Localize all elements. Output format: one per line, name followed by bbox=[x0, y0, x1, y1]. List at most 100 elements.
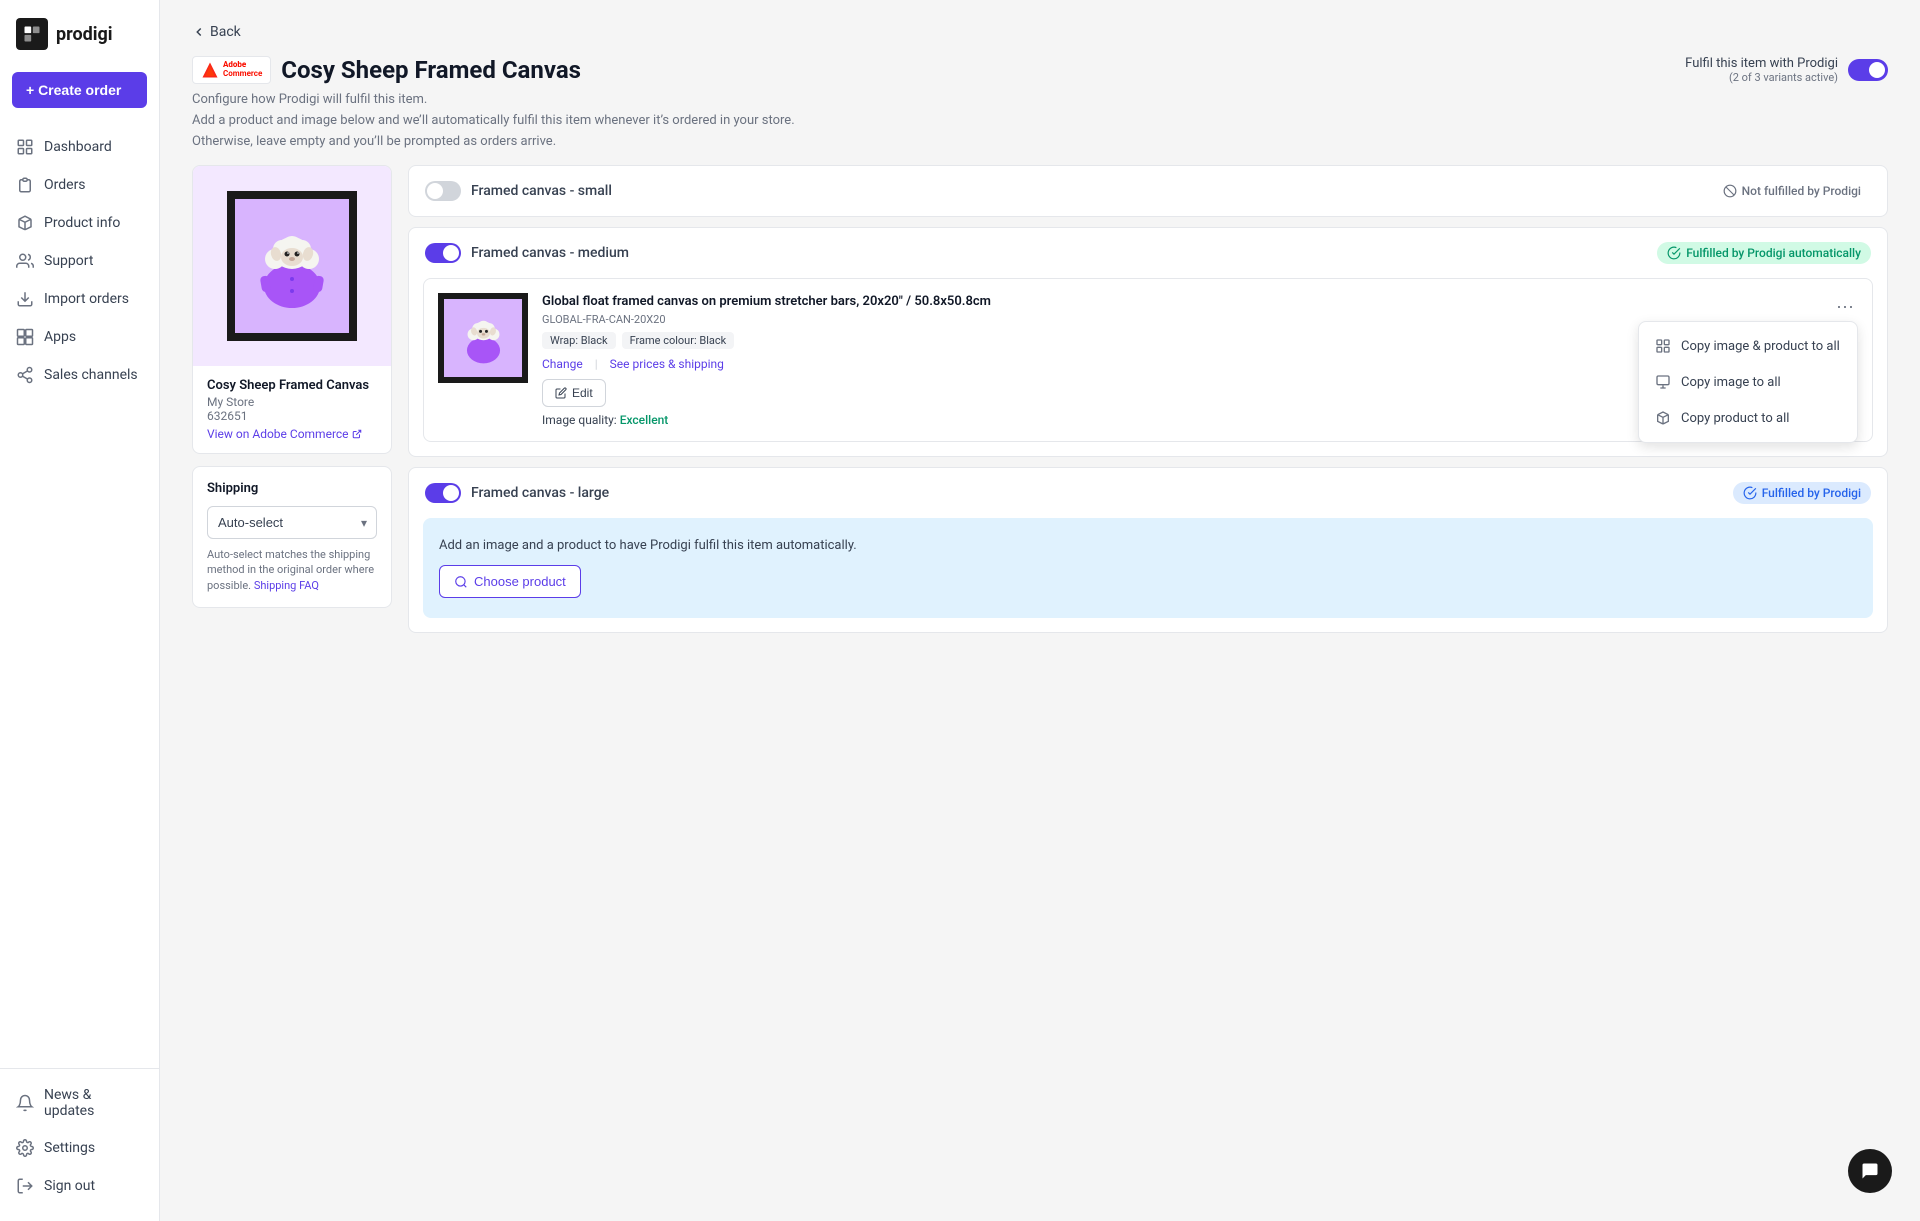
sidebar-item-label: Sign out bbox=[44, 1178, 95, 1194]
variant-toggle-medium[interactable] bbox=[425, 243, 461, 263]
product-actions: Change | See prices & shipping bbox=[542, 357, 1818, 371]
variant-name-large: Framed canvas - large bbox=[471, 485, 609, 501]
sidebar-item-label: Sales channels bbox=[44, 367, 138, 383]
sidebar-item-news-updates[interactable]: News & updates bbox=[0, 1077, 159, 1129]
right-panel: Framed canvas - small Not fulfilled by P… bbox=[408, 165, 1888, 643]
choose-product-button[interactable]: Choose product bbox=[439, 565, 581, 598]
content-layout: Cosy Sheep Framed Canvas My Store 632651… bbox=[192, 165, 1888, 643]
sidebar-item-import-orders[interactable]: Import orders bbox=[0, 280, 159, 318]
fulfill-toggle[interactable] bbox=[1848, 59, 1888, 81]
copy-product-item[interactable]: Copy product to all bbox=[1639, 400, 1857, 436]
page-header: Adobe Commerce Cosy Sheep Framed Canvas … bbox=[192, 56, 1888, 84]
product-tags: Wrap: Black Frame colour: Black bbox=[542, 332, 1818, 349]
sidebar-item-label: Support bbox=[44, 253, 93, 269]
product-row-medium: Global float framed canvas on premium st… bbox=[423, 278, 1873, 442]
page-description-2: Add a product and image below and we’ll … bbox=[192, 113, 1888, 128]
sheep-illustration bbox=[247, 211, 337, 321]
quality-value: Excellent bbox=[620, 413, 669, 427]
page-title: Cosy Sheep Framed Canvas bbox=[281, 56, 581, 84]
product-card: Cosy Sheep Framed Canvas My Store 632651… bbox=[192, 165, 392, 454]
sidebar-item-settings[interactable]: Settings bbox=[0, 1129, 159, 1167]
product-thumb-medium bbox=[438, 293, 528, 383]
variant-name-small: Framed canvas - small bbox=[471, 183, 612, 199]
variant-status-small: Not fulfilled by Prodigi bbox=[1713, 180, 1871, 202]
variant-name-medium: Framed canvas - medium bbox=[471, 245, 629, 261]
copy-image-product-item[interactable]: Copy image & product to all bbox=[1639, 328, 1857, 364]
sidebar-item-orders[interactable]: Orders bbox=[0, 166, 159, 204]
product-tag-wrap: Wrap: Black bbox=[542, 332, 616, 349]
cta-area-large: Add an image and a product to have Prodi… bbox=[423, 518, 1873, 618]
sidebar-item-product-info[interactable]: Product info bbox=[0, 204, 159, 242]
sidebar-item-dashboard[interactable]: Dashboard bbox=[0, 128, 159, 166]
product-sku: GLOBAL-FRA-CAN-20X20 bbox=[542, 313, 1818, 326]
copy-image-item[interactable]: Copy image to all bbox=[1639, 364, 1857, 400]
main-content: Back Adobe Commerce Cosy Sheep Framed Ca… bbox=[160, 0, 1920, 1221]
product-info-section: Cosy Sheep Framed Canvas My Store 632651… bbox=[193, 366, 391, 453]
page-description-3: Otherwise, leave empty and you’ll be pro… bbox=[192, 134, 1888, 149]
product-id: 632651 bbox=[207, 409, 377, 423]
dropdown-menu: Copy image & product to all Copy image t… bbox=[1638, 321, 1858, 443]
shipping-select-wrapper: Auto-select Standard Express bbox=[207, 506, 377, 539]
choose-product-label: Choose product bbox=[474, 574, 566, 589]
logo-area: prodigi bbox=[0, 0, 159, 64]
variant-toggle-large[interactable] bbox=[425, 483, 461, 503]
variant-section-medium: Framed canvas - medium Fulfilled by Prod… bbox=[408, 227, 1888, 457]
shipping-card: Shipping Auto-select Standard Express Au… bbox=[192, 466, 392, 608]
product-store: My Store bbox=[207, 395, 377, 409]
product-thumb-sheep bbox=[456, 306, 511, 371]
variant-header-medium: Framed canvas - medium Fulfilled by Prod… bbox=[409, 228, 1887, 278]
product-tag-frame: Frame colour: Black bbox=[622, 332, 735, 349]
sidebar-item-sign-out[interactable]: Sign out bbox=[0, 1167, 159, 1205]
create-order-button[interactable]: + Create order bbox=[12, 72, 147, 108]
change-product-link[interactable]: Change bbox=[542, 357, 583, 371]
shipping-select[interactable]: Auto-select Standard Express bbox=[207, 506, 377, 539]
variant-header-small: Framed canvas - small Not fulfilled by P… bbox=[409, 166, 1887, 216]
copy-image-label: Copy image to all bbox=[1681, 375, 1781, 390]
sidebar-item-apps[interactable]: Apps bbox=[0, 318, 159, 356]
variant-status-large: Fulfilled by Prodigi bbox=[1733, 482, 1871, 504]
sidebar-item-label: Import orders bbox=[44, 291, 129, 307]
sidebar-item-label: Settings bbox=[44, 1140, 95, 1156]
shipping-note: Auto-select matches the shipping method … bbox=[207, 547, 377, 593]
shipping-faq-link[interactable]: Shipping FAQ bbox=[254, 579, 319, 592]
edit-button[interactable]: Edit bbox=[542, 379, 606, 407]
variant-toggle-small[interactable] bbox=[425, 181, 461, 201]
more-options-button[interactable]: ··· bbox=[1832, 293, 1858, 319]
product-name: Cosy Sheep Framed Canvas bbox=[207, 378, 377, 393]
sidebar-item-label: Product info bbox=[44, 215, 120, 231]
nav-items: Dashboard Orders Product info Support Im… bbox=[0, 124, 159, 1068]
image-quality: Image quality: Excellent bbox=[542, 413, 1818, 427]
sidebar-item-label: Dashboard bbox=[44, 139, 112, 155]
cta-text: Add an image and a product to have Prodi… bbox=[439, 538, 1857, 553]
product-detail-title: Global float framed canvas on premium st… bbox=[542, 293, 1818, 311]
logo-icon bbox=[16, 18, 48, 50]
more-menu-area: ··· Copy image & product to all Copy ima… bbox=[1832, 293, 1858, 319]
see-prices-link[interactable]: See prices & shipping bbox=[610, 357, 724, 371]
sidebar-item-sales-channels[interactable]: Sales channels bbox=[0, 356, 159, 394]
sidebar-item-label: News & updates bbox=[44, 1087, 143, 1119]
sidebar-item-support[interactable]: Support bbox=[0, 242, 159, 280]
variant-section-large: Framed canvas - large Fulfilled by Prodi… bbox=[408, 467, 1888, 633]
view-on-adobe-commerce-link[interactable]: View on Adobe Commerce bbox=[207, 427, 377, 441]
sidebar-item-label: Orders bbox=[44, 177, 86, 193]
left-panel: Cosy Sheep Framed Canvas My Store 632651… bbox=[192, 165, 392, 643]
copy-product-label: Copy product to all bbox=[1681, 411, 1789, 426]
logo-text: prodigi bbox=[56, 24, 113, 45]
product-image-inner bbox=[235, 199, 349, 333]
back-link[interactable]: Back bbox=[192, 24, 1888, 40]
copy-image-product-label: Copy image & product to all bbox=[1681, 339, 1840, 354]
product-details-medium: Global float framed canvas on premium st… bbox=[542, 293, 1818, 427]
header-left: Adobe Commerce Cosy Sheep Framed Canvas bbox=[192, 56, 581, 84]
product-image-frame bbox=[227, 191, 357, 341]
variant-section-small: Framed canvas - small Not fulfilled by P… bbox=[408, 165, 1888, 217]
header-right: Fulfil this item with Prodigi (2 of 3 va… bbox=[1685, 56, 1888, 84]
shipping-title: Shipping bbox=[207, 481, 377, 496]
sidebar: prodigi + Create order Dashboard Orders … bbox=[0, 0, 160, 1221]
chat-button[interactable] bbox=[1848, 1149, 1892, 1193]
product-image-container bbox=[193, 166, 391, 366]
sidebar-item-label: Apps bbox=[44, 329, 76, 345]
sidebar-bottom: News & updates Settings Sign out bbox=[0, 1068, 159, 1221]
variant-header-large: Framed canvas - large Fulfilled by Prodi… bbox=[409, 468, 1887, 518]
adobe-commerce-badge: Adobe Commerce bbox=[192, 56, 271, 84]
fulfill-label: Fulfil this item with Prodigi (2 of 3 va… bbox=[1685, 56, 1838, 84]
